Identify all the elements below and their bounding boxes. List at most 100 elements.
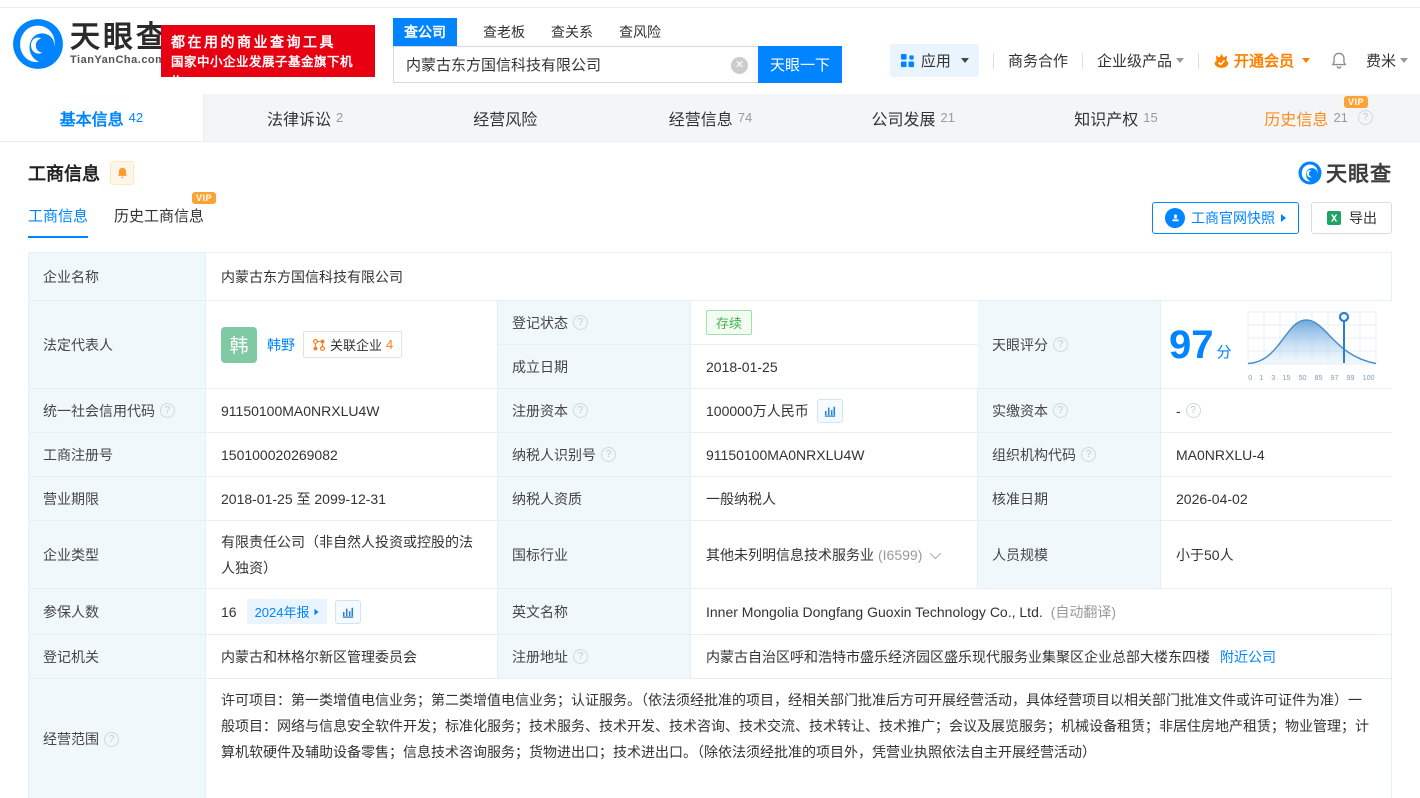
approve-value: 2026-04-02: [1161, 477, 1393, 520]
chevron-down-icon[interactable]: [930, 547, 942, 559]
address-cell: 内蒙古自治区呼和浩特市盛乐经济园区盛乐现代服务业集聚区企业总部大楼东四楼 附近公…: [691, 635, 1391, 678]
scope-value: 许可项目：第一类增值电信业务；第二类增值电信业务；认证服务。（依法须经批准的项目…: [221, 692, 1369, 760]
staff-label: 人员规模: [978, 521, 1161, 588]
chevron-down-icon: [1400, 58, 1408, 63]
score-chart-ticks: 0 1 3 15 50 85 97 99 100: [1247, 372, 1375, 382]
tab-business-info[interactable]: 经营信息 74: [609, 94, 812, 141]
tab-basic-info[interactable]: 基本信息 42: [0, 94, 204, 141]
tab-label: 公司发展: [871, 111, 936, 129]
status-date-block: 登记状态 ? 存续 成立日期 2018-01-25: [498, 301, 978, 388]
notification-bell-icon[interactable]: [1330, 51, 1348, 70]
nav-user-menu[interactable]: 费米: [1366, 50, 1408, 71]
regcap-label: 注册资本: [512, 402, 568, 419]
staff-value: 小于50人: [1161, 521, 1393, 588]
taxq-value: 一般纳税人: [691, 477, 978, 520]
tab-count: 21: [1333, 110, 1348, 125]
help-icon[interactable]: ?: [1053, 403, 1068, 418]
tab-company-development[interactable]: 公司发展 21: [812, 94, 1015, 141]
scope-label: 经营范围: [43, 731, 99, 747]
brand-banner: 都在用的商业查询工具 国家中小企业发展子基金旗下机构: [161, 25, 375, 89]
tianyancha-swirl-icon: [13, 19, 63, 69]
crown-icon: [1214, 53, 1229, 68]
business-info-table: 企业名称 内蒙古东方国信科技有限公司 法定代表人 韩 韩野 关联企业 4 登记状…: [28, 252, 1393, 798]
authority-value: 内蒙古和林格尔新区管理委员会: [206, 635, 498, 678]
en-name-cell: Inner Mongolia Dongfang Guoxin Technolog…: [691, 589, 1391, 634]
tianyancha-swirl-icon: [1298, 161, 1322, 185]
legal-rep-link[interactable]: 韩野: [267, 335, 295, 355]
help-icon[interactable]: ?: [1053, 337, 1068, 352]
help-icon[interactable]: ?: [573, 315, 588, 330]
related-label: 关联企业: [330, 338, 383, 353]
help-icon[interactable]: ?: [573, 403, 588, 418]
score-distribution-chart: 0 1 3 15 50 85 97 99 100: [1242, 308, 1382, 382]
tab-label: 法律诉讼: [266, 111, 331, 129]
section-title: 工商信息: [28, 164, 100, 184]
help-icon[interactable]: ?: [1357, 110, 1373, 125]
orgcode-value: MA0NRXLU-4: [1161, 433, 1393, 476]
insured-value: 16: [221, 603, 237, 620]
subscribe-bell-icon[interactable]: [110, 161, 134, 185]
tab-label: 知识产权: [1074, 111, 1139, 129]
taxid-cell: 纳税人识别号 ?: [498, 433, 691, 476]
paidcap-value: -: [1176, 402, 1181, 419]
related-companies-badge[interactable]: 关联企业 4: [303, 331, 403, 358]
industry-value-cell: 其他未列明信息技术服务业 (I6599): [691, 521, 978, 588]
search-button[interactable]: 天眼一下: [758, 46, 842, 83]
type-label: 企业类型: [29, 521, 206, 588]
nav-open-vip[interactable]: 开通会员: [1213, 50, 1310, 71]
regcap-value: 100000万人民币: [706, 402, 809, 419]
avatar[interactable]: 韩: [221, 326, 257, 363]
tianyancha-logo[interactable]: 天眼查 TianYanCha.com: [12, 18, 169, 70]
tab-operating-risk[interactable]: 经营风险: [406, 94, 609, 141]
top-nav: 应用 商务合作 企业级产品 开通会员 费米: [889, 44, 1408, 77]
tab-history-info[interactable]: VIP 历史信息 21 ?: [1217, 94, 1420, 141]
nav-enterprise-products[interactable]: 企业级产品: [1097, 50, 1184, 71]
logo-title: 天眼查: [70, 21, 169, 54]
apps-menu[interactable]: 应用: [889, 44, 979, 77]
tab-label: 经营风险: [473, 111, 538, 129]
status-badge: 存续: [706, 310, 753, 335]
annual-report-tag[interactable]: 2024年报: [246, 599, 327, 624]
tab-label: 经营信息: [668, 111, 733, 129]
help-icon[interactable]: ?: [1185, 403, 1201, 418]
capital-chart-icon[interactable]: [816, 398, 843, 423]
chevron-down-icon: [1301, 58, 1310, 63]
subtab-history-business-info[interactable]: VIP 历史工商信息: [114, 191, 217, 238]
help-icon[interactable]: ?: [104, 731, 119, 747]
search-input[interactable]: [393, 46, 758, 83]
subtab-business-info[interactable]: 工商信息: [28, 205, 89, 238]
authority-label: 登记机关: [29, 635, 206, 678]
insured-chart-icon[interactable]: [334, 599, 361, 624]
official-snapshot-button[interactable]: 工商官网快照: [1152, 202, 1299, 234]
org-graph-icon: [312, 338, 326, 351]
arrow-right-icon: [314, 608, 318, 615]
type-value: 有限责任公司（非自然人投资或控股的法人独资）: [206, 521, 498, 588]
search-tab-boss[interactable]: 查老板: [483, 22, 525, 46]
help-icon[interactable]: ?: [573, 649, 588, 664]
export-button[interactable]: 导出: [1311, 202, 1392, 234]
search-tab-relation[interactable]: 查关系: [551, 22, 593, 46]
established-label: 成立日期: [498, 345, 691, 388]
paidcap-cell: 实缴资本 ?: [978, 389, 1161, 432]
nav-cooperation[interactable]: 商务合作: [1008, 50, 1068, 71]
reg-status-label: 登记状态: [512, 314, 568, 331]
regcap-value-cell: 100000万人民币: [691, 389, 978, 432]
help-icon[interactable]: ?: [1081, 447, 1096, 462]
table-row: 法定代表人 韩 韩野 关联企业 4 登记状态 ? 存续 成立日期 2018-01…: [29, 301, 1393, 389]
search-tab-company[interactable]: 查公司: [393, 18, 457, 46]
legal-rep-cell: 韩 韩野 关联企业 4: [206, 301, 498, 388]
help-icon[interactable]: ?: [601, 447, 616, 462]
tab-intellectual-property[interactable]: 知识产权 15: [1015, 94, 1218, 141]
logo-domain: TianYanCha.com: [70, 54, 166, 66]
tab-legal-proceedings[interactable]: 法律诉讼 2: [204, 94, 407, 141]
search-area: 查公司 查老板 查关系 查风险 天眼一下 ✕: [393, 16, 843, 83]
search-tab-risk[interactable]: 查风险: [619, 22, 661, 46]
established-value: 2018-01-25: [691, 345, 978, 388]
tab-count: 74: [737, 110, 753, 125]
clear-input-icon[interactable]: ✕: [731, 57, 748, 74]
nearby-companies-link[interactable]: 附近公司: [1220, 647, 1276, 667]
help-icon[interactable]: ?: [160, 403, 175, 418]
tab-label: 基本信息: [59, 111, 124, 129]
en-name-value: Inner Mongolia Dongfang Guoxin Technolog…: [706, 603, 1043, 620]
report-label: 2024年报: [254, 605, 310, 620]
